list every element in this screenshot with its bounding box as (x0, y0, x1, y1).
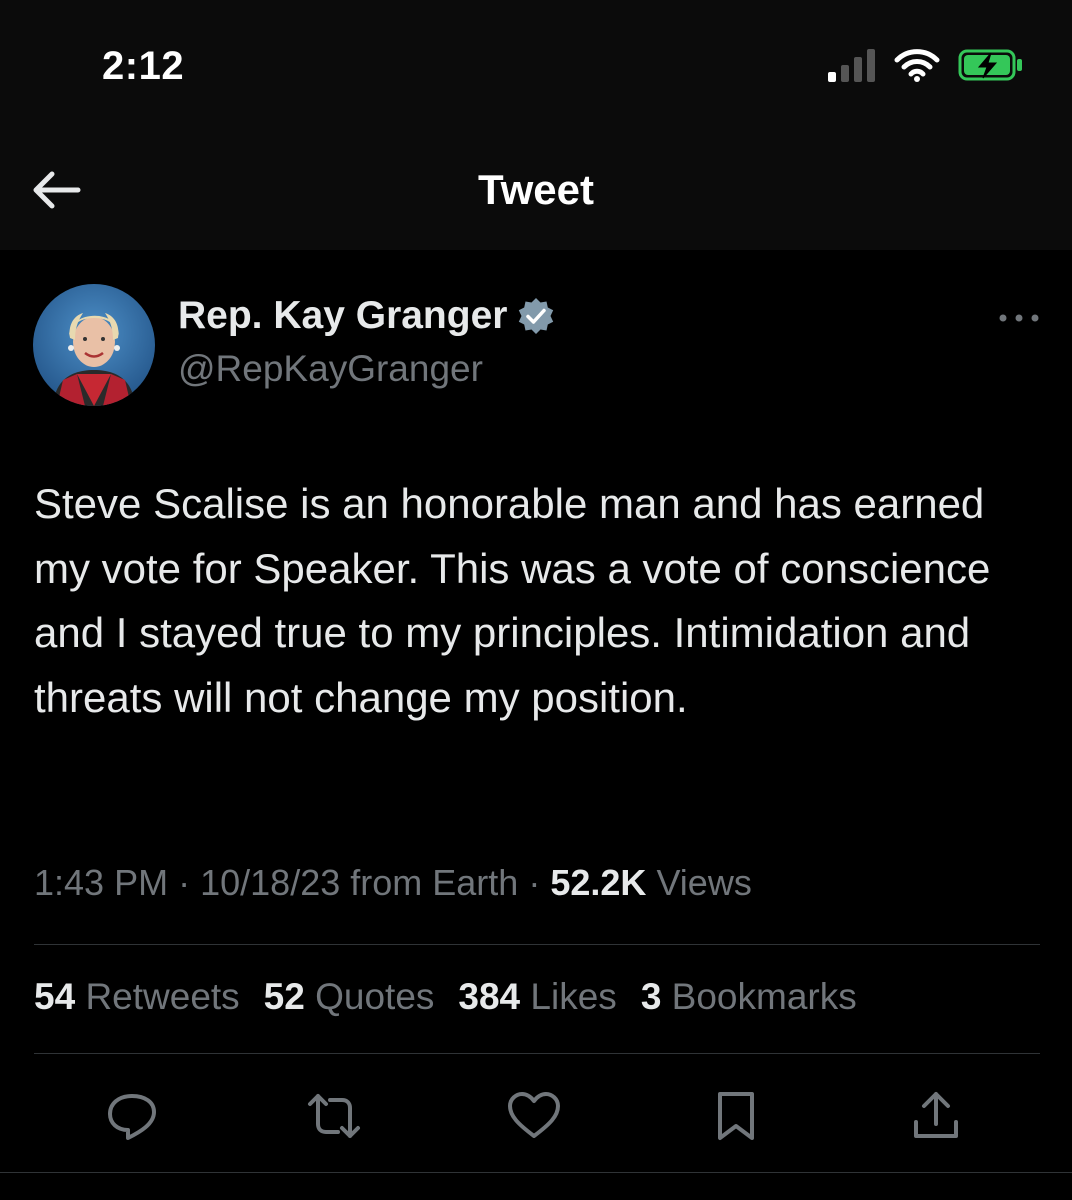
divider (34, 944, 1040, 945)
retweet-button[interactable] (304, 1088, 360, 1144)
wifi-icon (894, 49, 940, 82)
author-name[interactable]: Rep. Kay Granger (178, 294, 507, 338)
page-title: Tweet (478, 166, 594, 213)
stat-count: 52 (263, 976, 305, 1017)
tweet: Rep. Kay Granger @RepKayGranger Steve Sc… (0, 250, 1072, 1200)
more-options-button[interactable] (998, 310, 1040, 326)
status-icons (828, 48, 1024, 82)
divider (0, 1172, 1072, 1173)
status-time: 2:12 (102, 44, 185, 88)
author-handle[interactable]: @RepKayGranger (178, 348, 483, 390)
like-icon (508, 1092, 560, 1138)
stat-label: Retweets (85, 976, 240, 1017)
stat-retweets[interactable]: 54 Retweets (34, 976, 240, 1018)
bookmark-button[interactable] (708, 1088, 764, 1144)
header: Tweet (0, 130, 1072, 250)
stat-count: 3 (640, 976, 662, 1017)
verified-badge-icon (519, 298, 554, 334)
stat-label: Bookmarks (671, 976, 857, 1017)
tweet-actions (0, 1088, 1072, 1148)
meta-separator: · (178, 862, 191, 903)
meta-separator: · (528, 862, 541, 903)
like-button[interactable] (506, 1088, 562, 1144)
tweet-stats: 54 Retweets 52 Quotes 384 Likes 3 Bookma… (34, 976, 857, 1018)
reply-icon (108, 1094, 156, 1140)
stat-label: Quotes (315, 976, 435, 1017)
tweet-time[interactable]: 1:43 PM (34, 862, 168, 903)
signal-icon (828, 49, 875, 82)
status-bar: 2:12 (0, 0, 1072, 130)
views-label: Views (656, 862, 752, 903)
views-count: 52.2K (550, 862, 647, 903)
tweet-text: Steve Scalise is an honorable man and ha… (34, 480, 991, 721)
stat-quotes[interactable]: 52 Quotes (264, 976, 435, 1018)
stat-label: Likes (530, 976, 617, 1017)
divider (34, 1053, 1040, 1054)
battery-charging-icon (958, 49, 1022, 81)
stat-count: 384 (458, 976, 521, 1017)
stat-likes[interactable]: 384 Likes (458, 976, 616, 1018)
reply-button[interactable] (104, 1088, 160, 1144)
stat-count: 54 (34, 976, 76, 1017)
bookmark-icon (718, 1092, 754, 1140)
author-name-row[interactable]: Rep. Kay Granger (178, 294, 555, 338)
tweet-source: from Earth (350, 862, 519, 903)
share-button[interactable] (908, 1088, 964, 1144)
avatar-image (33, 284, 155, 406)
tweet-meta: 1:43 PM · 10/18/23 from Earth · 52.2K Vi… (34, 862, 752, 904)
share-icon (914, 1092, 958, 1138)
more-horizontal-icon (999, 314, 1039, 322)
retweet-icon (308, 1094, 360, 1138)
avatar[interactable] (33, 284, 155, 406)
stat-bookmarks[interactable]: 3 Bookmarks (641, 976, 857, 1018)
tweet-date[interactable]: 10/18/23 (200, 862, 340, 903)
